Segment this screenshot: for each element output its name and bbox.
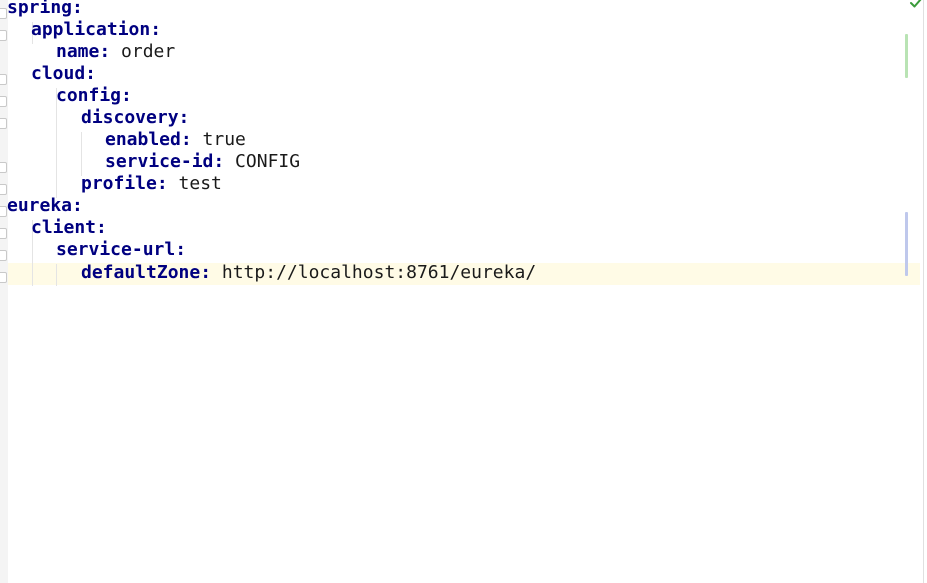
check-icon[interactable]	[909, 0, 923, 10]
fold-marker-icon[interactable]	[0, 162, 7, 173]
fold-marker-icon[interactable]	[0, 74, 7, 85]
yaml-value: order	[110, 41, 176, 62]
yaml-key: service-id:	[105, 151, 225, 172]
yaml-key: client:	[31, 217, 107, 238]
yaml-value: http://localhost:8761/eureka/	[211, 262, 537, 283]
yaml-key: config:	[56, 85, 132, 106]
code-line[interactable]: client:	[7, 217, 107, 239]
change-marker-modified[interactable]	[905, 212, 908, 276]
fold-marker-icon[interactable]	[0, 8, 7, 19]
code-line-current[interactable]: defaultZone: http://localhost:8761/eurek…	[7, 262, 536, 284]
fold-marker-icon[interactable]	[0, 228, 7, 239]
yaml-key: profile:	[81, 173, 168, 194]
yaml-value: true	[191, 129, 246, 150]
code-line[interactable]: service-url:	[7, 239, 186, 261]
yaml-key: enabled:	[105, 129, 192, 150]
yaml-value: CONFIG	[224, 151, 301, 172]
fold-marker-icon[interactable]	[0, 272, 7, 283]
yaml-value: test	[167, 173, 222, 194]
current-line-stripe	[908, 263, 920, 285]
fold-marker-icon[interactable]	[0, 206, 7, 217]
code-line[interactable]: application:	[7, 19, 161, 41]
code-line[interactable]: name: order	[7, 41, 175, 63]
yaml-key: eureka:	[7, 195, 83, 216]
code-editor[interactable]: spring: application: name: order cloud: …	[0, 0, 927, 583]
change-marker-added[interactable]	[905, 34, 908, 78]
fold-marker-icon[interactable]	[0, 184, 7, 195]
code-line[interactable]: eureka:	[7, 195, 83, 217]
code-line[interactable]: discovery:	[7, 107, 189, 129]
code-line[interactable]: enabled: true	[7, 129, 246, 151]
yaml-key: application:	[31, 19, 162, 40]
yaml-key: defaultZone:	[81, 262, 212, 283]
yaml-key: name:	[56, 41, 111, 62]
yaml-key: discovery:	[81, 107, 190, 128]
yaml-key: cloud:	[31, 63, 97, 84]
code-line[interactable]: profile: test	[7, 173, 222, 195]
yaml-key: service-url:	[56, 239, 187, 260]
yaml-key: spring:	[7, 0, 83, 18]
code-line[interactable]: config:	[7, 85, 132, 107]
fold-marker-icon[interactable]	[0, 250, 7, 261]
fold-marker-icon[interactable]	[0, 96, 7, 107]
code-line[interactable]: cloud:	[7, 63, 96, 85]
fold-marker-icon[interactable]	[0, 118, 7, 129]
right-divider	[923, 0, 924, 583]
fold-marker-icon[interactable]	[0, 30, 7, 41]
code-line[interactable]: service-id: CONFIG	[7, 151, 300, 173]
code-line[interactable]: spring:	[7, 0, 83, 19]
